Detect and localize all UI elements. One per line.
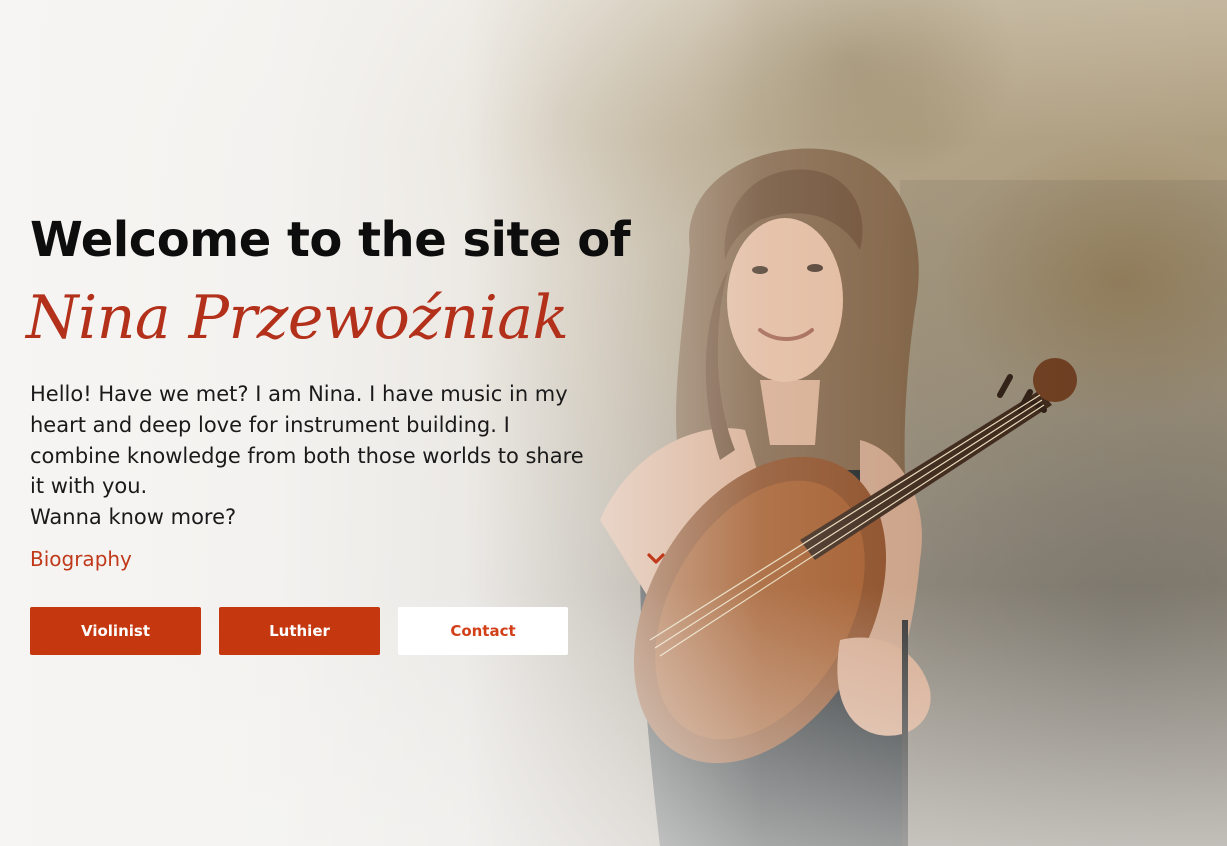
artist-name: Nina Przewoźniak [26,283,569,353]
violinist-button[interactable]: Violinist [30,606,201,655]
contact-button[interactable]: Contact [398,606,568,655]
intro-question: Wanna know more? [30,505,237,530]
intro-text: Hello! Have we met? I am Nina. I have mu… [30,379,600,533]
biography-accordion[interactable]: Biography [30,547,666,571]
biography-label: Biography [30,546,132,571]
welcome-heading: Welcome to the site of [30,212,631,268]
hero-buttons: Violinist Luthier Contact [30,606,670,655]
luthier-button[interactable]: Luthier [219,606,380,655]
hero-content: Welcome to the site of Nina Przewoźniak … [26,210,670,655]
intro-paragraph: Hello! Have we met? I am Nina. I have mu… [30,382,584,499]
chevron-down-icon [647,553,665,564]
